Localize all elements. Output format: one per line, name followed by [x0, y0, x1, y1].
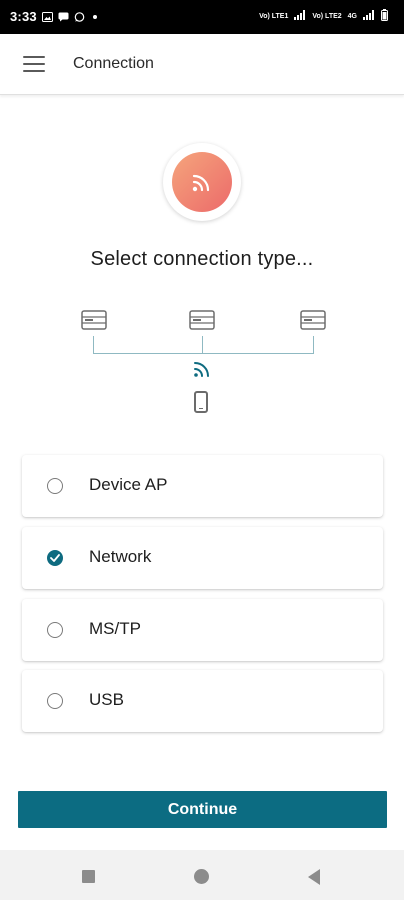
checkmark-icon	[50, 554, 60, 562]
connection-prompt: Select connection type...	[90, 248, 314, 270]
network-type: 4G	[347, 12, 357, 20]
radio-button[interactable]	[47, 478, 63, 494]
dot-icon	[92, 14, 97, 19]
app-bar: Connection	[0, 34, 404, 95]
radio-button-checked[interactable]	[47, 550, 63, 566]
diagram-line	[202, 336, 203, 354]
battery-icon	[381, 9, 388, 23]
option-label: USB	[89, 690, 124, 709]
gallery-icon	[41, 11, 53, 22]
option-label: MS/TP	[89, 619, 141, 638]
option-label: Network	[89, 547, 152, 566]
phone-icon	[194, 391, 208, 413]
diagram-line	[93, 336, 94, 354]
option-device-ap[interactable]: Device AP	[22, 455, 383, 517]
status-left: 3:33	[10, 9, 97, 24]
server-icon	[189, 310, 215, 330]
diagram-line	[313, 336, 314, 354]
signal-icon	[363, 10, 375, 22]
home-circle-icon[interactable]	[194, 869, 209, 884]
sim1-label: Vo) LTE1	[259, 12, 289, 20]
server-icon	[81, 310, 107, 330]
signal-icon	[294, 10, 306, 22]
page-title: Connection	[73, 55, 154, 72]
messaging-icon	[58, 12, 69, 22]
wifi-icon	[172, 152, 232, 212]
wifi-icon	[191, 359, 213, 384]
status-bar: 3:33 Vo) LTE1 Vo) LTE2 4G	[0, 0, 404, 34]
option-usb[interactable]: USB	[22, 670, 383, 732]
server-icon	[300, 310, 326, 330]
status-right: Vo) LTE1 Vo) LTE2 4G	[259, 9, 388, 23]
system-nav-bar	[0, 850, 404, 900]
connection-diagram	[0, 300, 404, 420]
continue-button[interactable]: Continue	[18, 791, 387, 828]
radio-button[interactable]	[47, 693, 63, 709]
whatsapp-icon	[74, 11, 85, 22]
diagram-line	[93, 353, 314, 354]
hamburger-menu-icon[interactable]	[14, 47, 54, 81]
connection-hero	[163, 143, 241, 221]
radio-button[interactable]	[47, 622, 63, 638]
option-ms-tp[interactable]: MS/TP	[22, 599, 383, 661]
option-label: Device AP	[89, 475, 168, 494]
sim2-label: Vo) LTE2	[312, 12, 342, 20]
option-network[interactable]: Network	[22, 527, 383, 589]
status-time: 3:33	[10, 9, 37, 24]
back-triangle-icon[interactable]	[308, 869, 320, 885]
recents-square-icon[interactable]	[82, 870, 95, 883]
